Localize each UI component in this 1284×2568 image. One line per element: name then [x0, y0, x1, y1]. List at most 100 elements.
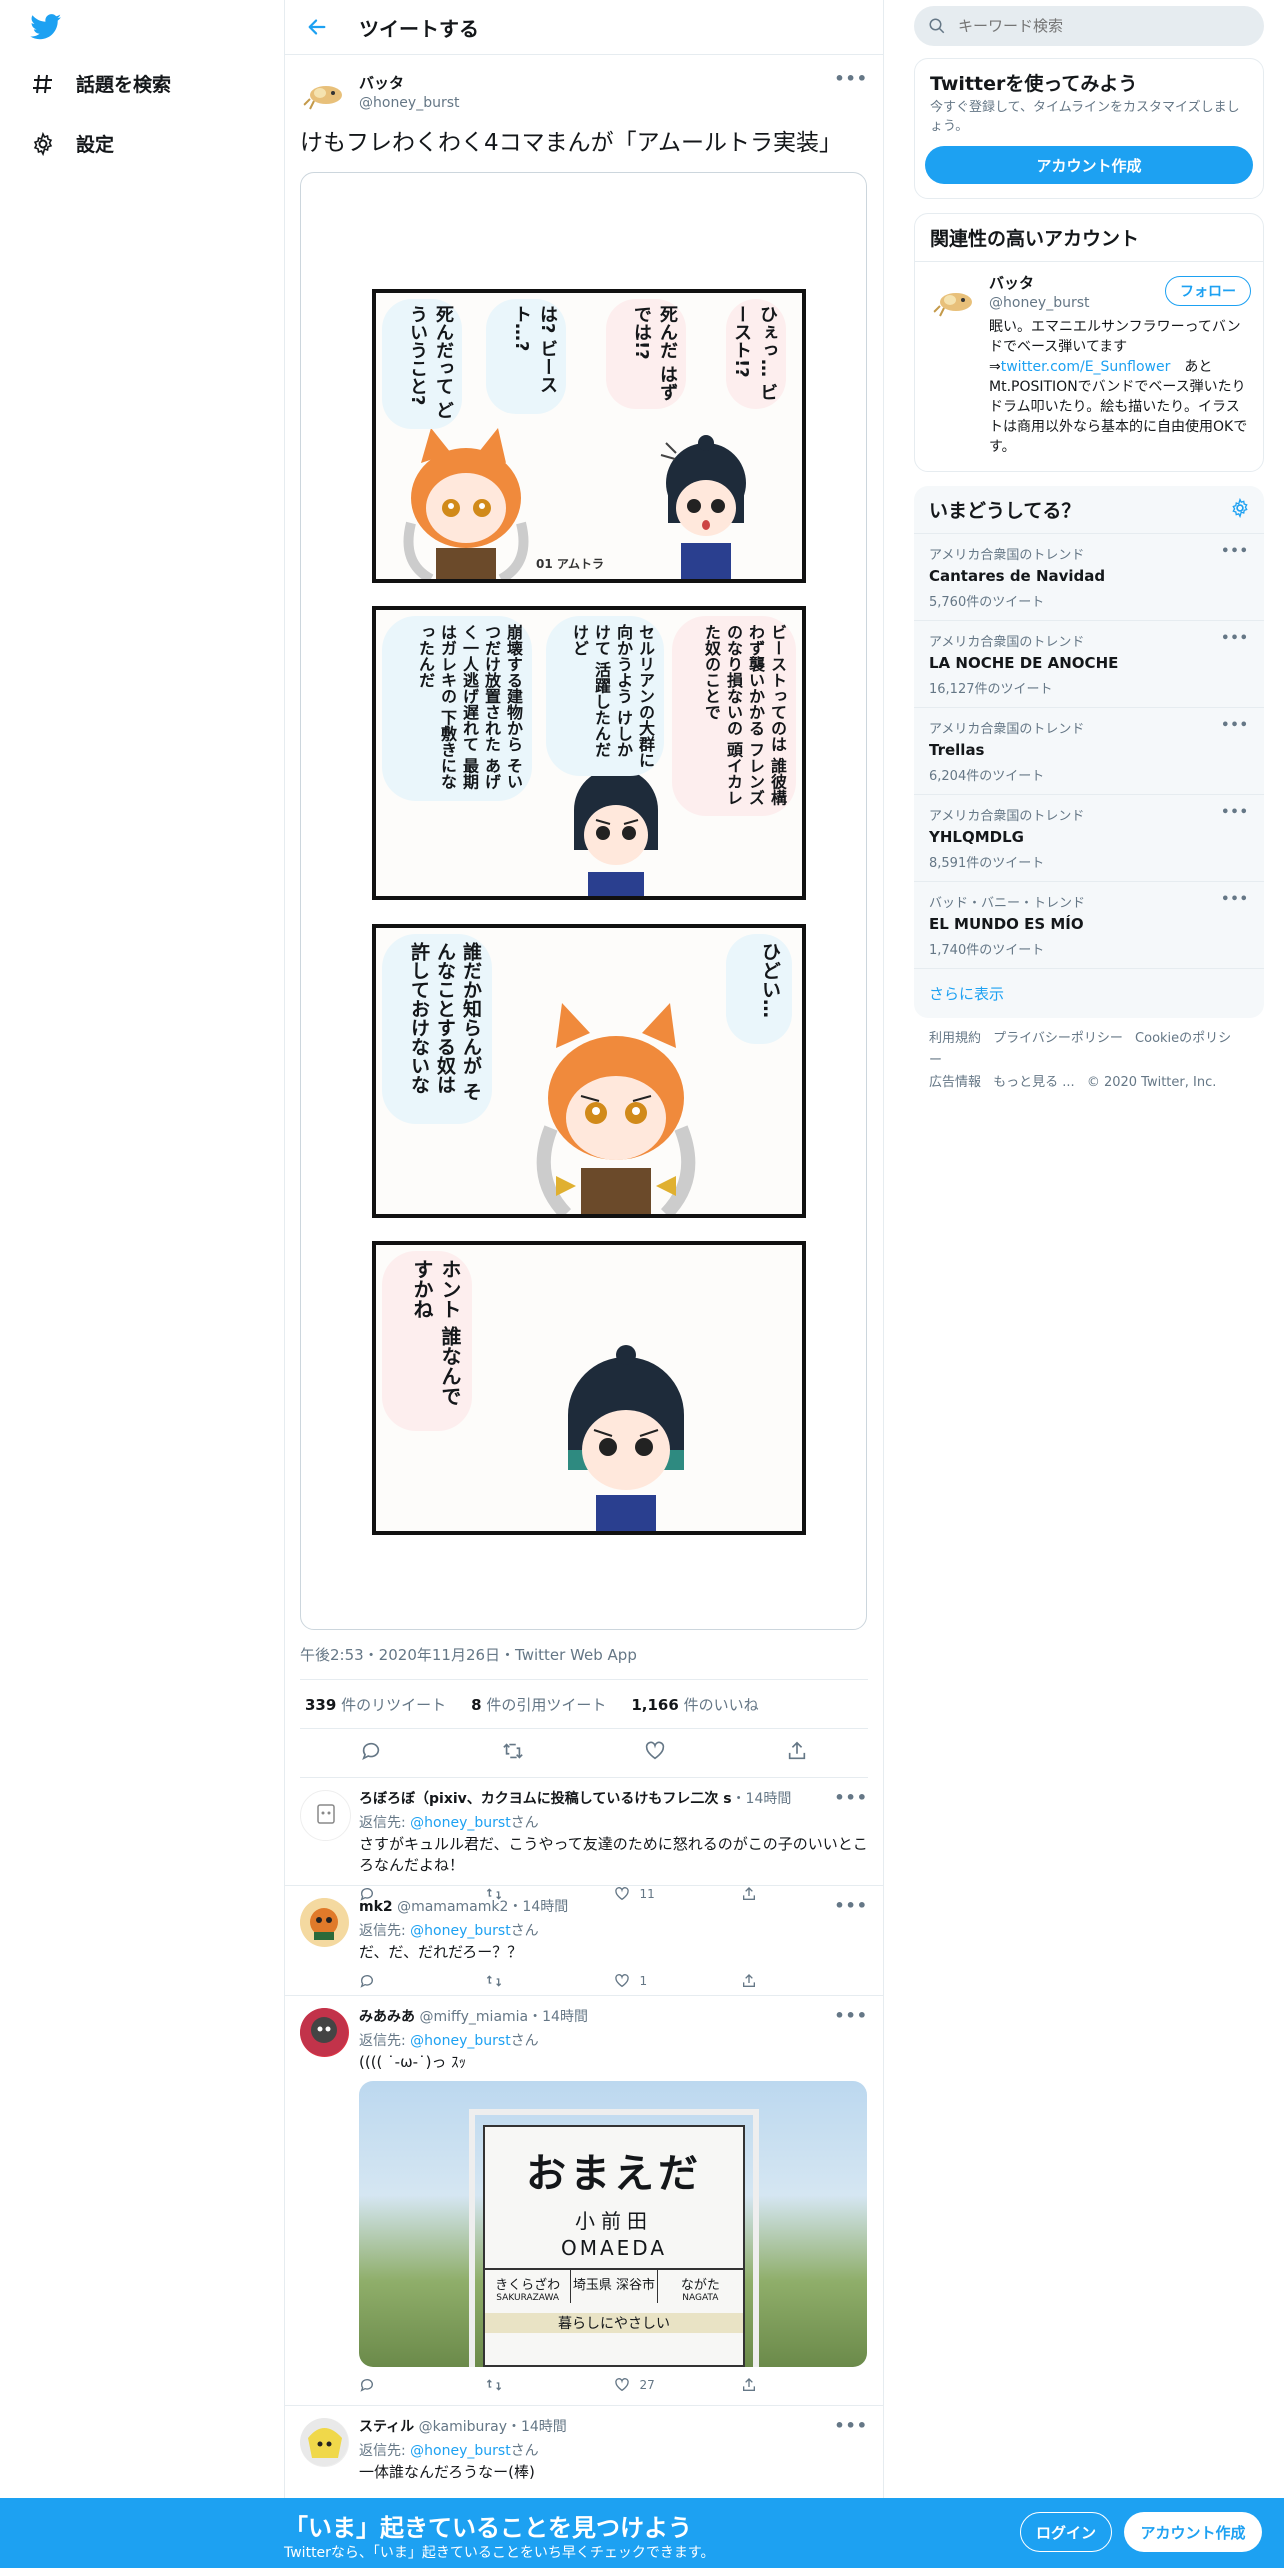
reply-tweet-2[interactable]: mk2 @mamamamk2・14時間 ••• 返信先: @honey_burs… — [285, 1886, 883, 1996]
back-arrow-icon[interactable] — [301, 11, 333, 43]
avatar[interactable] — [300, 2418, 349, 2467]
reply-to: 返信先: @honey_burstさん — [359, 2443, 539, 2459]
right-sidebar: Twitterを使ってみよう 今すぐ登録して、タイムラインをカスタマイズしましょ… — [914, 0, 1264, 1104]
more-options-icon[interactable]: ••• — [1221, 631, 1249, 646]
reply-header: みあみあ @miffy_miamia・14時間 — [359, 2009, 588, 2025]
like-count[interactable]: 1,166 件のいいね — [631, 1694, 758, 1715]
bubble-p2-2: セルリアンの大群に 向かうよう けしかけて 活躍したんだけど — [546, 616, 664, 776]
bubble-p1-1: ひぇっ… ビースト!? — [726, 299, 786, 409]
reply-text: 一体誰なんだろうなー(棒) — [359, 2463, 535, 2481]
retweet-icon[interactable] — [486, 2377, 613, 2393]
more-options-icon[interactable]: ••• — [1221, 805, 1249, 820]
hashtag-icon — [30, 71, 56, 97]
trend-item[interactable]: アメリカ合衆国のトレンド LA NOCHE DE ANOCHE 16,127件のツイ… — [914, 620, 1264, 707]
main-column: ツイートする バッタ @honey_burst ••• けもフレわくわく4コマま… — [284, 0, 884, 2568]
gear-icon — [30, 131, 56, 157]
bubble-p1-2: 死んだ はずでは!? — [606, 299, 686, 409]
avatar[interactable] — [300, 67, 349, 116]
banner-title: 「いま」起きていることを見つけよう — [284, 2514, 692, 2542]
more-options-icon[interactable]: ••• — [1221, 718, 1249, 733]
reply-image[interactable]: おまえだ 小前田 OMAEDA きくらざわ SAKURAZAWA 埼玉県 深谷市 … — [359, 2081, 867, 2367]
share-icon[interactable] — [741, 2377, 868, 2393]
twitter-logo-icon[interactable] — [30, 14, 62, 40]
reply-actions: 27 — [359, 2377, 868, 2393]
avatar[interactable] — [300, 2008, 349, 2057]
search-input[interactable] — [956, 16, 1240, 36]
signup-title: Twitterを使ってみよう — [930, 73, 1138, 95]
share-icon[interactable] — [741, 1973, 868, 1989]
related-accounts-card: 関連性の高いアカウント バッタ @honey_burst フォロー 眠い。エマニ… — [914, 213, 1264, 472]
main-tweet: バッタ @honey_burst ••• けもフレわくわく4コマまんが「アムール… — [285, 55, 883, 1778]
bubble-p4-1: ホント 誰なんですかね — [382, 1251, 472, 1431]
retweet-icon[interactable] — [486, 1973, 613, 1989]
like-icon[interactable] — [644, 1740, 666, 1766]
reply-icon[interactable] — [359, 2377, 486, 2393]
more-options-icon[interactable]: ••• — [1221, 892, 1249, 907]
related-account[interactable]: バッタ @honey_burst フォロー 眠い。エマニエルサンフラワーってバン… — [915, 262, 1263, 471]
privacy-link[interactable]: プライバシーポリシー — [993, 1031, 1123, 1046]
like-button[interactable]: 1 — [614, 1973, 741, 1989]
like-button[interactable]: 27 — [614, 2377, 741, 2393]
terms-link[interactable]: 利用規約 — [929, 1031, 981, 1046]
tweet-media[interactable]: ひぇっ… ビースト!? 死んだ はずでは!? は? ビースト…? 死んだって ど… — [300, 172, 867, 1630]
more-options-icon[interactable]: ••• — [834, 1896, 868, 1915]
reply-tweet-1[interactable]: ろぼろぼ（pixiv、カクヨムに投稿しているけもフレ二次 s・14時間 ••• … — [285, 1778, 883, 1901]
footer-links: 利用規約 プライバシーポリシー Cookieのポリシー 広告情報 もっと見る .… — [914, 1018, 1264, 1104]
like-icon — [614, 1974, 629, 1988]
bubble-p1-3: は? ビースト…? — [486, 299, 566, 414]
signup-banner: 「いま」起きていることを見つけよう Twitterなら、「いま」起きていることを… — [0, 2498, 1284, 2568]
more-options-icon[interactable]: ••• — [834, 2006, 868, 2025]
more-options-icon[interactable]: ••• — [834, 1788, 868, 1807]
retweet-count[interactable]: 339 件のリツイート — [305, 1694, 446, 1715]
reply-to: 返信先: @honey_burstさん — [359, 1923, 539, 1939]
login-button[interactable]: ログイン — [1020, 2512, 1112, 2552]
copyright: © 2020 Twitter, Inc. — [1086, 1075, 1217, 1090]
bubble-p2-1: ビーストってのは 誰彼構わず襲いかかる フレンズのなり損ないの 頭イカレた奴のこ… — [672, 616, 796, 816]
nav-settings-label: 設定 — [76, 134, 115, 156]
trend-item[interactable]: アメリカ合衆国のトレンド YHLQMDLG 8,591件のツイート ••• — [914, 794, 1264, 881]
follow-button[interactable]: フォロー — [1165, 276, 1251, 306]
reply-actions: 1 — [359, 1973, 868, 1989]
trends-card: いまどうしてる？ アメリカ合衆国のトレンド Cantares de Navidad… — [914, 486, 1264, 1018]
more-link[interactable]: もっと見る ... — [993, 1075, 1075, 1090]
search-box[interactable] — [914, 6, 1264, 46]
comic-panel-1: ひぇっ… ビースト!? 死んだ はずでは!? は? ビースト…? 死んだって ど… — [372, 289, 806, 583]
related-title: 関連性の高いアカウント — [915, 214, 1263, 262]
reply-header: mk2 @mamamamk2・14時間 — [359, 1899, 569, 1915]
share-icon[interactable] — [786, 1740, 808, 1766]
avatar[interactable] — [930, 274, 979, 323]
trend-item[interactable]: アメリカ合衆国のトレンド Cantares de Navidad 5,760件のツイ… — [914, 533, 1264, 620]
author-handle[interactable]: @honey_burst — [359, 95, 460, 111]
reply-header: ろぼろぼ（pixiv、カクヨムに投稿しているけもフレ二次 s・14時間 — [359, 1791, 792, 1807]
show-more-link[interactable]: さらに表示 — [914, 968, 1264, 1018]
tweet-stats: 339 件のリツイート 8 件の引用ツイート 1,166 件のいいね — [300, 1679, 868, 1729]
quote-count[interactable]: 8 件の引用ツイート — [471, 1694, 606, 1715]
reply-header: スティル @kamiburay・14時間 — [359, 2419, 567, 2435]
retweet-icon[interactable] — [502, 1740, 524, 1766]
more-options-icon[interactable]: ••• — [834, 2416, 868, 2435]
reply-icon[interactable] — [360, 1740, 382, 1766]
trend-item[interactable]: アメリカ合衆国のトレンド Trellas 6,204件のツイート ••• — [914, 707, 1264, 794]
station-sign: おまえだ 小前田 OMAEDA きくらざわ SAKURAZAWA 埼玉県 深谷市 … — [483, 2125, 745, 2367]
avatar[interactable] — [300, 1790, 351, 1841]
tweet-meta[interactable]: 午後2:53・2020年11月26日・Twitter Web App — [300, 1644, 868, 1679]
signup-button[interactable]: アカウント作成 — [925, 146, 1253, 184]
bubble-p1-4: 死んだって どういうこと? — [382, 299, 462, 429]
signup-button[interactable]: アカウント作成 — [1124, 2512, 1262, 2552]
settings-gear-icon[interactable] — [1230, 497, 1250, 522]
comic-panel-3: ひどい… 誰だか知らんが そんなことする奴は 許しておけないな — [372, 924, 806, 1218]
bubble-p3-1: ひどい… — [726, 934, 792, 1044]
reply-tweet-3[interactable]: みあみあ @miffy_miamia・14時間 ••• 返信先: @honey_… — [285, 1996, 883, 2406]
more-options-icon[interactable]: ••• — [834, 69, 868, 88]
trend-item[interactable]: バッド・バニー・トレンド EL MUNDO ES MÍO 1,740件のツイート •… — [914, 881, 1264, 968]
ads-link[interactable]: 広告情報 — [929, 1075, 981, 1090]
author-name[interactable]: バッタ — [359, 72, 460, 93]
nav-explore[interactable]: 話題を検索 — [30, 70, 171, 97]
tweet-actions — [300, 1729, 868, 1778]
main-header: ツイートする — [285, 0, 883, 55]
nav-settings[interactable]: 設定 — [30, 130, 114, 157]
avatar[interactable] — [300, 1898, 349, 1947]
more-options-icon[interactable]: ••• — [1221, 544, 1249, 559]
reply-icon[interactable] — [359, 1973, 486, 1989]
bio-link[interactable]: twitter.com/E_Sunflower — [1001, 359, 1171, 375]
